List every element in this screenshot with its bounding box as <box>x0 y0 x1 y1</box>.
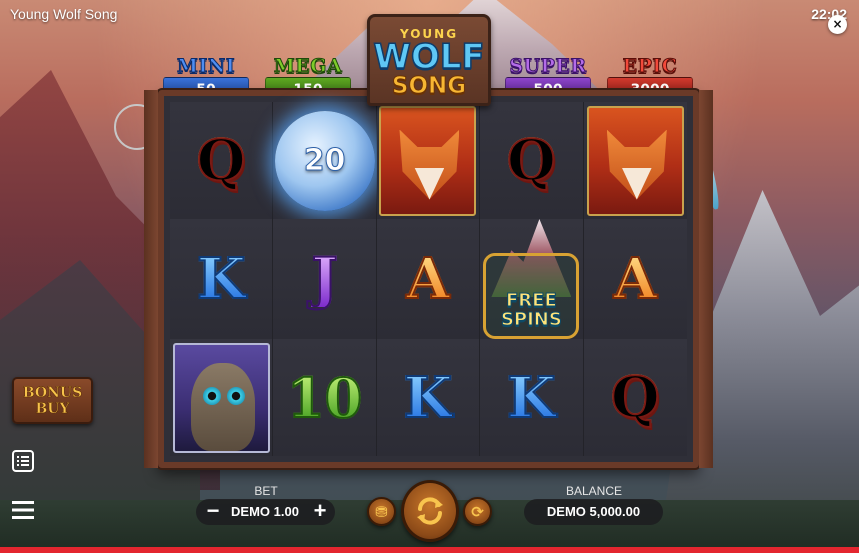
free-spins-scatter-symbol: FREE SPINS <box>483 219 580 339</box>
spin-button[interactable] <box>401 480 459 542</box>
jackpot-name: MINI <box>176 55 236 78</box>
coin-stack-icon: ⛃ <box>375 502 388 521</box>
owl-symbol <box>172 342 270 453</box>
symbol-j: J <box>310 246 338 312</box>
logo-line-song: SONG <box>391 73 467 100</box>
symbol-10: 10 <box>286 365 363 430</box>
reel-cell: K <box>376 339 481 456</box>
reel-cell: K <box>480 339 584 456</box>
reel-cell: Q <box>480 102 584 219</box>
reel-frame: Q 20 Q K J A FREE SPINS A 10 K K Q <box>144 90 713 468</box>
reel-cell: J <box>273 219 377 339</box>
logo-line-wolf: WOLF <box>373 37 486 77</box>
hamburger-icon[interactable] <box>12 500 34 525</box>
bet-label: BET <box>254 484 278 498</box>
jackpot-name: EPIC <box>622 55 678 78</box>
symbol-k: K <box>506 364 557 431</box>
fox-symbol <box>586 105 684 216</box>
reel-grid: Q 20 Q K J A FREE SPINS A 10 K K Q <box>170 102 687 456</box>
bet-value: DEMO 1.00 <box>231 504 299 519</box>
moon-value: 20 <box>303 143 346 179</box>
app-title: Young Wolf Song <box>10 6 118 22</box>
symbol-k: K <box>196 246 247 312</box>
jackpot-name: MEGA <box>273 55 343 78</box>
reel-cell: 20 <box>273 102 377 219</box>
owl-eye <box>226 386 245 405</box>
reel-cell <box>583 102 687 219</box>
symbol-q: Q <box>610 364 661 431</box>
reel-cell <box>170 339 274 456</box>
turbo-button[interactable]: ⟳ <box>463 497 492 526</box>
reel-cell: FREE SPINS <box>480 219 584 339</box>
close-button[interactable]: × <box>828 15 847 34</box>
symbol-q: Q <box>506 127 557 194</box>
bet-decrease-button[interactable]: − <box>200 499 226 525</box>
moon-bonus-symbol: 20 <box>274 110 375 211</box>
symbol-q: Q <box>196 127 247 194</box>
bet-control: − DEMO 1.00 + <box>196 499 335 525</box>
reel-cell: 10 <box>273 339 377 456</box>
reel-cell: Q <box>583 339 687 456</box>
free-spins-text: FREE SPINS <box>500 290 562 330</box>
reel-cell: A <box>376 219 481 339</box>
symbol-a: A <box>405 246 450 312</box>
bonus-buy-button[interactable]: BONUS BUY <box>12 377 93 424</box>
owl-icon <box>190 362 255 451</box>
jackpot-name: SUPER <box>509 55 587 78</box>
symbol-a: A <box>613 246 658 312</box>
reel-cell: A <box>583 219 687 339</box>
reel-cell <box>376 102 481 219</box>
spin-arrows-icon <box>417 497 443 525</box>
list-icon[interactable] <box>12 450 34 476</box>
turbo-icon: ⟳ <box>471 502 484 521</box>
bottom-accent-bar <box>0 547 859 553</box>
symbol-k: K <box>403 364 454 431</box>
autoplay-button[interactable]: ⛃ <box>367 497 396 526</box>
balance-label: BALANCE <box>565 484 623 498</box>
bet-increase-button[interactable]: + <box>307 499 333 525</box>
reel-cell: K <box>170 219 274 339</box>
game-logo: YOUNG WOLF SONG <box>367 14 491 106</box>
balance-value: DEMO 5,000.00 <box>524 499 663 525</box>
reel-cell: Q <box>170 102 274 219</box>
owl-eye <box>202 386 221 405</box>
fox-symbol <box>379 105 477 216</box>
